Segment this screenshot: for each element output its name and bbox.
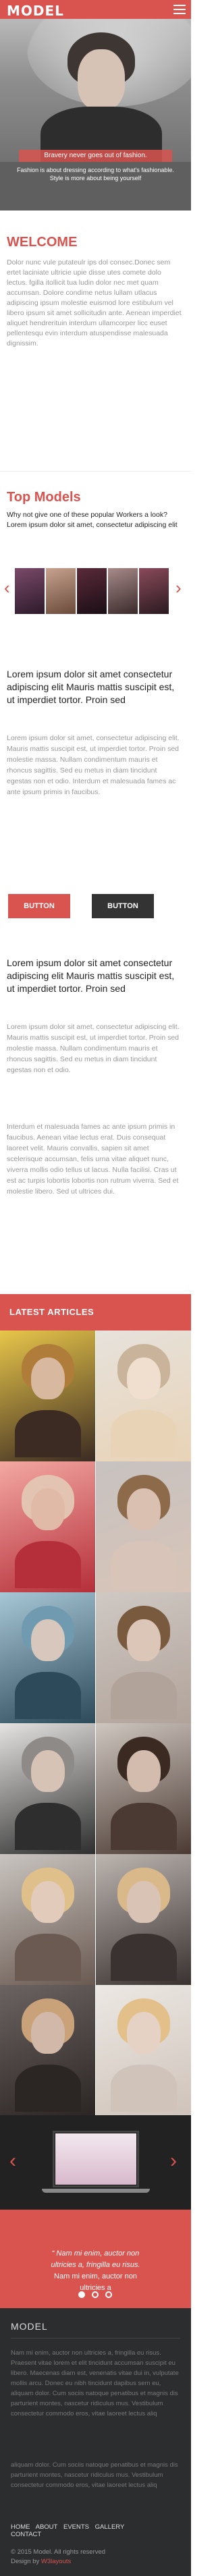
block2-text-1: Lorem ipsum dolor sit amet, consectetur … [7,1023,180,1074]
footer-link-about[interactable]: ABOUT [36,2523,58,2531]
laptop-base [42,2189,150,2193]
article-thumbnail[interactable] [0,1723,95,1854]
designer-link[interactable]: W3layouts [41,2558,71,2565]
article-thumbnail[interactable] [96,1592,191,1723]
model-thumbnail[interactable] [139,568,169,614]
footer-link-events[interactable]: EVENTS [63,2523,89,2531]
article-thumbnail[interactable] [0,1854,95,1985]
article-thumbnail[interactable] [96,1854,191,1985]
footer-text-1: Nam mi enim, auctor non ultricies a, fri… [11,2349,179,2417]
carousel-dot[interactable] [92,2291,99,2298]
chevron-right-icon[interactable]: › [176,578,182,598]
chevron-left-icon[interactable]: ‹ [4,578,10,598]
block1-title: Lorem ipsum dolor sit amet consectetur a… [7,669,175,705]
article-thumbnail[interactable] [0,1592,95,1723]
latest-articles-title: LATEST ARTICLES [9,1307,94,1317]
footer-nav: HOME ABOUT EVENTS GALLERY CONTACT [11,2523,128,2538]
welcome-text: Dolor nunc vule putateulr ips dol consec… [7,258,182,347]
article-thumbnail[interactable] [0,1461,95,1592]
model-thumbnail[interactable] [15,568,45,614]
footer-link-contact[interactable]: CONTACT [11,2531,41,2538]
site-logo[interactable]: MODEL [7,3,64,19]
article-thumbnail[interactable] [96,1331,191,1461]
welcome-title: WELCOME [7,235,78,250]
article-thumbnail[interactable] [0,1985,95,2116]
chevron-left-icon[interactable]: ‹ [9,2150,16,2173]
section-divider [0,471,191,472]
carousel-dot-active[interactable] [78,2291,85,2298]
block1-text: Lorem ipsum dolor sit amet, consectetur … [7,734,180,796]
article-thumbnail[interactable] [96,1461,191,1592]
primary-button[interactable]: BUTTON [8,894,70,918]
article-thumbnail[interactable] [96,1985,191,2116]
laptop-screen [55,2133,136,2185]
footer-text-2: aliquam dolor. Cum sociis natoque penati… [11,2461,178,2489]
top-models-text: Why not give one of these popular Worker… [7,511,178,529]
model-thumbnail[interactable] [46,568,76,614]
hero-banner [0,19,191,171]
article-thumbnail[interactable] [0,1331,95,1461]
article-thumbnail[interactable] [96,1723,191,1854]
footer-divider [11,2338,180,2339]
carousel-dot[interactable] [105,2291,112,2298]
hero-text: Fashion is about dressing according to w… [17,167,174,181]
secondary-button[interactable]: BUTTON [92,894,154,918]
testimonial-quote: “ Nam mi enim, auctor non ultricies a, f… [51,2249,140,2292]
footer-copyright: © 2015 Model. All rights reserved Design… [11,2548,106,2565]
chevron-right-icon[interactable]: › [170,2150,177,2173]
footer-logo: MODEL [11,2321,48,2332]
model-thumbnail[interactable] [108,568,138,614]
block2-title: Lorem ipsum dolor sit amet consectetur a… [7,957,175,994]
block2-text-2: Interdum et malesuada fames ac ante ipsu… [7,1123,179,1196]
footer-link-gallery[interactable]: GALLERY [95,2523,125,2531]
model-thumbnail[interactable] [77,568,107,614]
hamburger-menu-icon[interactable] [173,5,186,14]
footer-link-home[interactable]: HOME [11,2523,30,2531]
hero-caption: Bravery never goes out of fashion. [19,150,172,162]
top-models-carousel: ‹ › [4,568,184,614]
top-models-title: Top Models [7,490,81,505]
